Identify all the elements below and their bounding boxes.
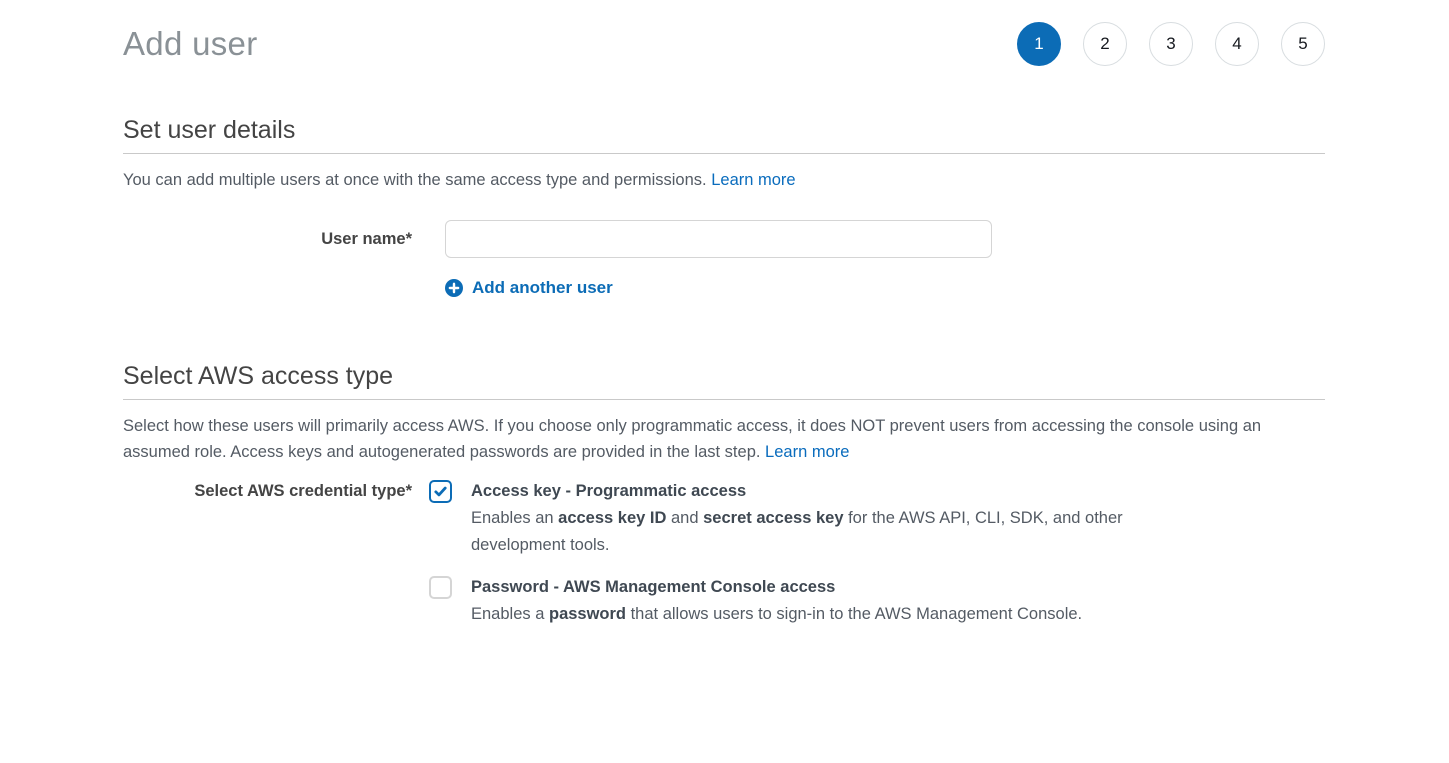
learn-more-link-access-type[interactable]: Learn more <box>765 443 849 461</box>
step-indicator: 1 2 3 4 5 <box>1017 22 1325 66</box>
access-type-heading: Select AWS access type <box>123 362 1325 391</box>
access-key-option-description: Enables an access key ID and secret acce… <box>471 505 1161 559</box>
section-divider <box>123 153 1325 154</box>
step-circle-2: 2 <box>1083 22 1127 66</box>
intro-text: Select how these users will primarily ac… <box>123 417 1261 461</box>
checkmark-icon <box>433 484 448 499</box>
step-number: 1 <box>1034 34 1043 54</box>
username-row: User name* <box>123 220 1325 258</box>
step-circle-5: 5 <box>1281 22 1325 66</box>
step-circle-4: 4 <box>1215 22 1259 66</box>
learn-more-link-user-details[interactable]: Learn more <box>711 171 795 189</box>
add-another-user-button[interactable]: Add another user <box>445 278 613 298</box>
section-access-type: Select AWS access type Select how these … <box>123 362 1325 628</box>
user-details-heading: Set user details <box>123 116 1325 145</box>
section-user-details: Set user details You can add multiple us… <box>123 116 1325 298</box>
plus-circle-icon <box>445 279 463 297</box>
page-header: Add user 1 2 3 4 5 <box>123 12 1325 76</box>
step-number: 2 <box>1100 34 1109 54</box>
step-number: 4 <box>1232 34 1241 54</box>
option-text: Password - AWS Management Console access… <box>471 576 1082 628</box>
credential-options: Access key - Programmatic access Enables… <box>429 480 1161 628</box>
access-type-intro: Select how these users will primarily ac… <box>123 413 1325 465</box>
step-number: 5 <box>1298 34 1307 54</box>
username-input[interactable] <box>445 220 992 258</box>
add-another-user-row: Add another user <box>123 278 1325 298</box>
intro-text: You can add multiple users at once with … <box>123 171 707 189</box>
password-checkbox[interactable] <box>429 576 452 599</box>
password-option-title: Password - AWS Management Console access <box>471 576 1082 599</box>
credential-type-label: Select AWS credential type* <box>123 480 412 503</box>
option-password: Password - AWS Management Console access… <box>429 576 1161 628</box>
username-label: User name* <box>123 228 412 251</box>
section-divider <box>123 399 1325 400</box>
credential-type-row: Select AWS credential type* Access key -… <box>123 480 1325 628</box>
option-text: Access key - Programmatic access Enables… <box>471 480 1161 559</box>
option-access-key: Access key - Programmatic access Enables… <box>429 480 1161 559</box>
step-circle-1: 1 <box>1017 22 1061 66</box>
add-user-page: Add user 1 2 3 4 5 Set user details You … <box>0 0 1449 628</box>
page-title: Add user <box>123 25 257 63</box>
step-number: 3 <box>1166 34 1175 54</box>
access-key-checkbox[interactable] <box>429 480 452 503</box>
user-details-intro: You can add multiple users at once with … <box>123 167 1325 193</box>
password-option-description: Enables a password that allows users to … <box>471 601 1082 628</box>
access-key-option-title: Access key - Programmatic access <box>471 480 1161 503</box>
step-circle-3: 3 <box>1149 22 1193 66</box>
add-another-user-label: Add another user <box>472 278 613 298</box>
